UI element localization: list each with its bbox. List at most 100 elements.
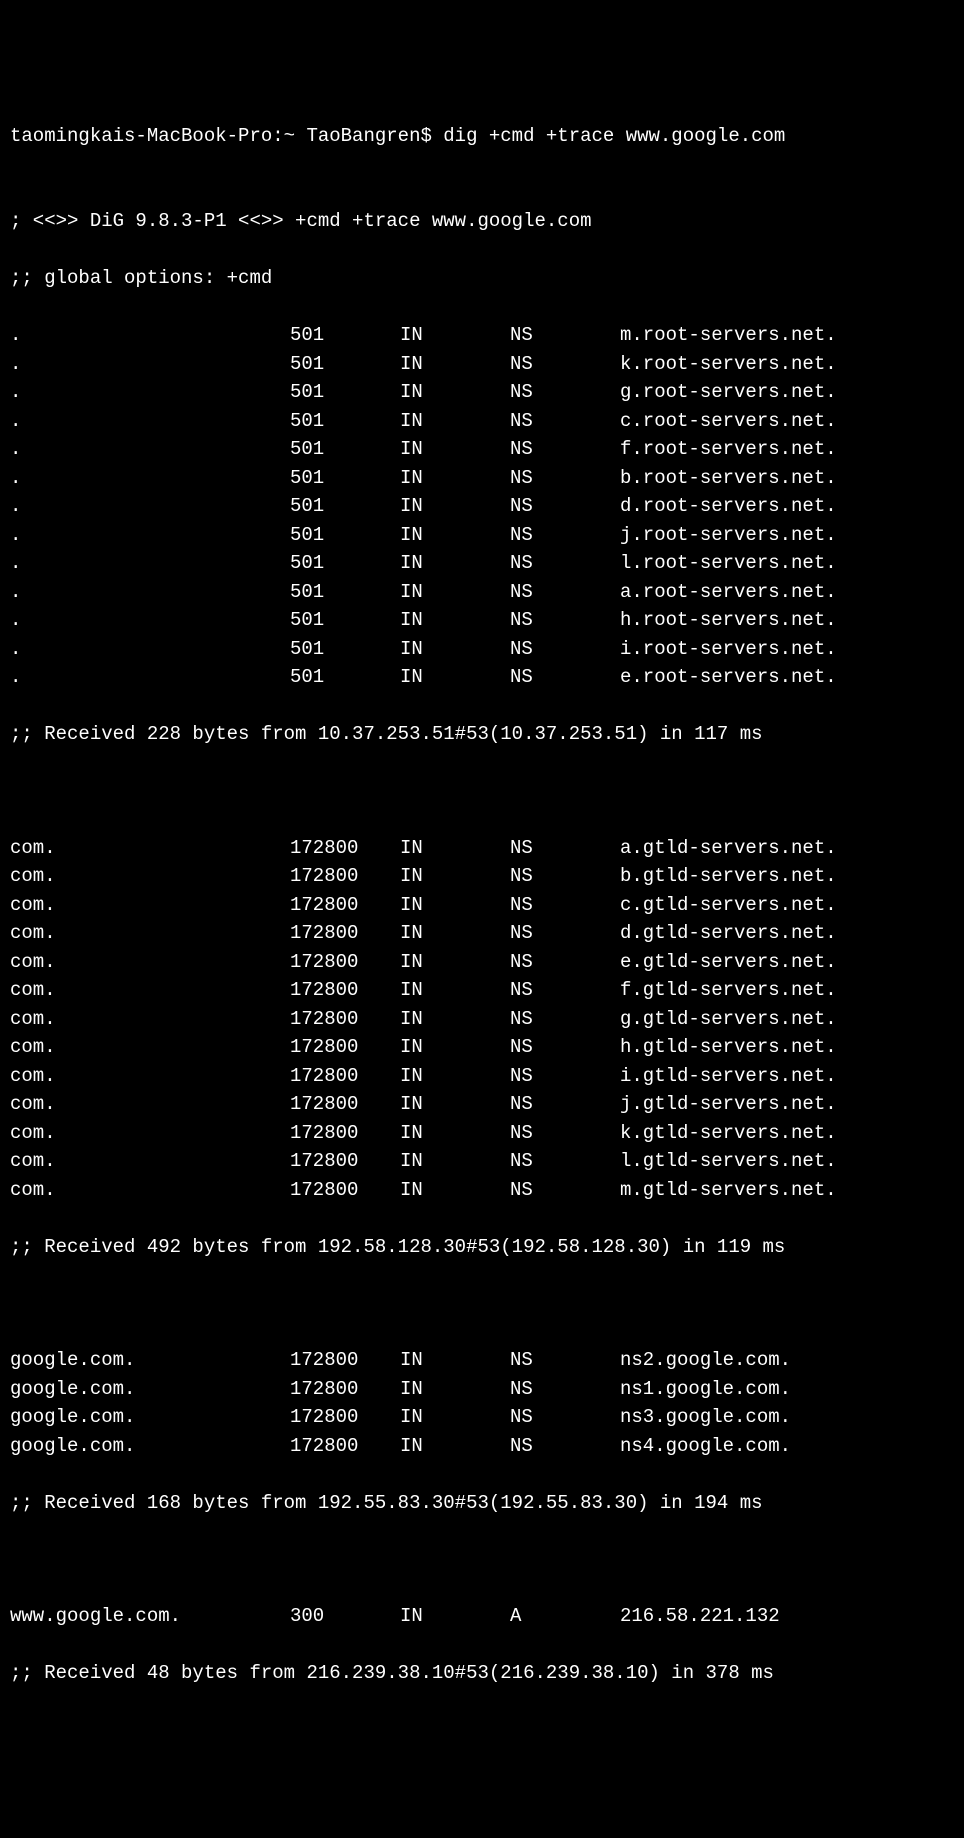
record-class: IN: [400, 862, 510, 891]
record-class: IN: [400, 834, 510, 863]
dns-record-row: google.com.172800INNSns1.google.com.: [10, 1375, 954, 1404]
record-type: NS: [510, 919, 620, 948]
record-data: k.gtld-servers.net.: [620, 1119, 954, 1148]
record-type: NS: [510, 435, 620, 464]
dns-record-row: .501INNSe.root-servers.net.: [10, 663, 954, 692]
record-ttl: 172800: [290, 1375, 400, 1404]
record-name: .: [10, 578, 290, 607]
record-data: a.gtld-servers.net.: [620, 834, 954, 863]
record-class: IN: [400, 435, 510, 464]
record-data: b.root-servers.net.: [620, 464, 954, 493]
record-name: google.com.: [10, 1403, 290, 1432]
record-class: IN: [400, 1090, 510, 1119]
record-class: IN: [400, 1346, 510, 1375]
record-type: NS: [510, 635, 620, 664]
record-class: IN: [400, 976, 510, 1005]
record-ttl: 172800: [290, 862, 400, 891]
record-ttl: 501: [290, 350, 400, 379]
google-ns-section: google.com.172800INNSns2.google.com.goog…: [10, 1346, 954, 1460]
record-type: NS: [510, 549, 620, 578]
record-name: com.: [10, 1119, 290, 1148]
record-ttl: 172800: [290, 1090, 400, 1119]
record-name: com.: [10, 1090, 290, 1119]
record-ttl: 172800: [290, 1403, 400, 1432]
record-name: www.google.com.: [10, 1602, 290, 1631]
record-name: .: [10, 549, 290, 578]
record-class: IN: [400, 521, 510, 550]
record-class: IN: [400, 464, 510, 493]
record-ttl: 501: [290, 521, 400, 550]
dns-record-row: google.com.172800INNSns4.google.com.: [10, 1432, 954, 1461]
record-ttl: 172800: [290, 948, 400, 977]
dns-record-row: .501INNSl.root-servers.net.: [10, 549, 954, 578]
record-name: com.: [10, 1147, 290, 1176]
record-type: NS: [510, 862, 620, 891]
record-ttl: 172800: [290, 1119, 400, 1148]
record-type: NS: [510, 1119, 620, 1148]
record-type: NS: [510, 492, 620, 521]
record-type: NS: [510, 1033, 620, 1062]
record-name: com.: [10, 976, 290, 1005]
record-type: A: [510, 1602, 620, 1631]
dns-record-row: com.172800INNSe.gtld-servers.net.: [10, 948, 954, 977]
dns-record-row: com.172800INNSd.gtld-servers.net.: [10, 919, 954, 948]
record-ttl: 172800: [290, 1033, 400, 1062]
record-type: NS: [510, 464, 620, 493]
dns-record-row: .501INNSh.root-servers.net.: [10, 606, 954, 635]
record-type: NS: [510, 321, 620, 350]
record-ttl: 501: [290, 378, 400, 407]
record-name: .: [10, 350, 290, 379]
record-data: i.gtld-servers.net.: [620, 1062, 954, 1091]
record-name: google.com.: [10, 1346, 290, 1375]
dns-record-row: com.172800INNSj.gtld-servers.net.: [10, 1090, 954, 1119]
record-name: com.: [10, 948, 290, 977]
record-class: IN: [400, 919, 510, 948]
record-type: NS: [510, 521, 620, 550]
record-ttl: 501: [290, 578, 400, 607]
record-class: IN: [400, 549, 510, 578]
com-received: ;; Received 492 bytes from 192.58.128.30…: [10, 1233, 954, 1262]
record-class: IN: [400, 1176, 510, 1205]
record-class: IN: [400, 891, 510, 920]
record-data: i.root-servers.net.: [620, 635, 954, 664]
record-name: com.: [10, 891, 290, 920]
record-name: com.: [10, 919, 290, 948]
dns-record-row: com.172800INNSf.gtld-servers.net.: [10, 976, 954, 1005]
dns-record-row: com.172800INNSh.gtld-servers.net.: [10, 1033, 954, 1062]
dns-record-row: com.172800INNSg.gtld-servers.net.: [10, 1005, 954, 1034]
record-ttl: 501: [290, 635, 400, 664]
record-name: .: [10, 378, 290, 407]
record-data: ns2.google.com.: [620, 1346, 954, 1375]
record-class: IN: [400, 578, 510, 607]
record-name: google.com.: [10, 1432, 290, 1461]
record-data: c.root-servers.net.: [620, 407, 954, 436]
record-name: com.: [10, 862, 290, 891]
global-options: ;; global options: +cmd: [10, 264, 954, 293]
final-a-section: www.google.com.300INA216.58.221.132: [10, 1602, 954, 1631]
command-prompt[interactable]: taomingkais-MacBook-Pro:~ TaoBangren$ di…: [10, 122, 954, 151]
record-name: com.: [10, 1176, 290, 1205]
record-class: IN: [400, 1602, 510, 1631]
record-name: .: [10, 464, 290, 493]
dns-record-row: com.172800INNSc.gtld-servers.net.: [10, 891, 954, 920]
record-ttl: 172800: [290, 1147, 400, 1176]
dns-record-row: .501INNSj.root-servers.net.: [10, 521, 954, 550]
record-name: google.com.: [10, 1375, 290, 1404]
record-data: f.root-servers.net.: [620, 435, 954, 464]
record-ttl: 501: [290, 663, 400, 692]
record-data: d.root-servers.net.: [620, 492, 954, 521]
record-type: NS: [510, 350, 620, 379]
record-type: NS: [510, 891, 620, 920]
record-data: l.root-servers.net.: [620, 549, 954, 578]
record-ttl: 501: [290, 549, 400, 578]
record-data: 216.58.221.132: [620, 1602, 954, 1631]
record-name: .: [10, 635, 290, 664]
record-ttl: 172800: [290, 1005, 400, 1034]
record-data: m.root-servers.net.: [620, 321, 954, 350]
record-ttl: 172800: [290, 1432, 400, 1461]
record-ttl: 501: [290, 321, 400, 350]
record-type: NS: [510, 1005, 620, 1034]
record-data: m.gtld-servers.net.: [620, 1176, 954, 1205]
record-data: f.gtld-servers.net.: [620, 976, 954, 1005]
record-data: ns3.google.com.: [620, 1403, 954, 1432]
